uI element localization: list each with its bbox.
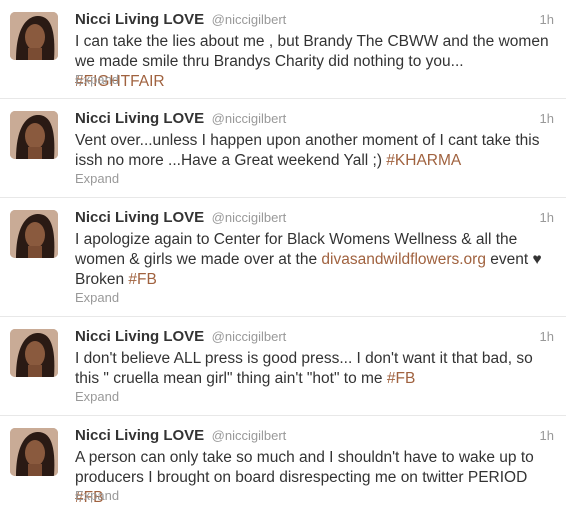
tweet-text: I can take the lies about me , but Brand… <box>75 32 552 92</box>
tweet-header: Nicci Living LOVE @niccigilbert 1h <box>75 209 554 229</box>
author-handle[interactable]: @niccigilbert <box>212 210 287 225</box>
avatar[interactable] <box>10 428 58 476</box>
hashtag-link[interactable]: #FB <box>387 370 415 387</box>
avatar-photo-icon <box>10 210 58 258</box>
tweet-timestamp[interactable]: 1h <box>540 12 554 27</box>
hashtag-link[interactable]: #KHARMA <box>386 152 461 169</box>
author-name[interactable]: Nicci Living LOVE <box>75 328 204 345</box>
tweet-text: I don't believe ALL press is good press.… <box>75 349 552 389</box>
avatar-photo-icon <box>10 428 58 476</box>
avatar[interactable] <box>10 111 58 159</box>
expand-link[interactable]: Expand <box>75 171 119 186</box>
tweet-item[interactable]: Nicci Living LOVE @niccigilbert 1h I don… <box>0 317 566 416</box>
tweet-timestamp[interactable]: 1h <box>540 428 554 443</box>
tweet-header: Nicci Living LOVE @niccigilbert 1h <box>75 427 554 447</box>
tweet-header: Nicci Living LOVE @niccigilbert 1h <box>75 328 554 348</box>
avatar[interactable] <box>10 210 58 258</box>
avatar-photo-icon <box>10 329 58 377</box>
tweet-timestamp[interactable]: 1h <box>540 329 554 344</box>
expand-link[interactable]: Expand <box>75 290 119 305</box>
tweet-header: Nicci Living LOVE @niccigilbert 1h <box>75 11 554 31</box>
tweet-text-body: I can take the lies about me , but Brand… <box>75 33 549 70</box>
tweet-timeline: Nicci Living LOVE @niccigilbert 1h I can… <box>0 0 566 515</box>
tweet-item[interactable]: Nicci Living LOVE @niccigilbert 1h I can… <box>0 0 566 99</box>
author-handle[interactable]: @niccigilbert <box>212 111 287 126</box>
url-link[interactable]: divasandwildflowers.org <box>321 251 486 268</box>
hashtag-link[interactable]: #FB <box>128 271 156 288</box>
tweet-text: Vent over...unless I happen upon another… <box>75 131 552 171</box>
author-handle[interactable]: @niccigilbert <box>212 12 287 27</box>
author-handle[interactable]: @niccigilbert <box>212 428 287 443</box>
tweet-text: I apologize again to Center for Black Wo… <box>75 230 552 290</box>
tweet-header: Nicci Living LOVE @niccigilbert 1h <box>75 110 554 130</box>
tweet-text-body: A person can only take so much and I sho… <box>75 449 534 486</box>
tweet-timestamp[interactable]: 1h <box>540 111 554 126</box>
author-name[interactable]: Nicci Living LOVE <box>75 209 204 226</box>
author-name[interactable]: Nicci Living LOVE <box>75 11 204 28</box>
author-handle[interactable]: @niccigilbert <box>212 329 287 344</box>
avatar-photo-icon <box>10 12 58 60</box>
expand-link[interactable]: Expand <box>75 488 119 503</box>
expand-link[interactable]: Expand <box>75 72 119 87</box>
tweet-text: A person can only take so much and I sho… <box>75 448 552 508</box>
tweet-item[interactable]: Nicci Living LOVE @niccigilbert 1h Vent … <box>0 99 566 198</box>
author-name[interactable]: Nicci Living LOVE <box>75 110 204 127</box>
avatar[interactable] <box>10 12 58 60</box>
tweet-item[interactable]: Nicci Living LOVE @niccigilbert 1h I apo… <box>0 198 566 317</box>
tweet-timestamp[interactable]: 1h <box>540 210 554 225</box>
avatar[interactable] <box>10 329 58 377</box>
avatar-photo-icon <box>10 111 58 159</box>
tweet-text-body: I don't believe ALL press is good press.… <box>75 350 533 387</box>
tweet-text-body: Vent over...unless I happen upon another… <box>75 132 540 169</box>
tweet-item[interactable]: Nicci Living LOVE @niccigilbert 1h A per… <box>0 416 566 515</box>
expand-link[interactable]: Expand <box>75 389 119 404</box>
author-name[interactable]: Nicci Living LOVE <box>75 427 204 444</box>
